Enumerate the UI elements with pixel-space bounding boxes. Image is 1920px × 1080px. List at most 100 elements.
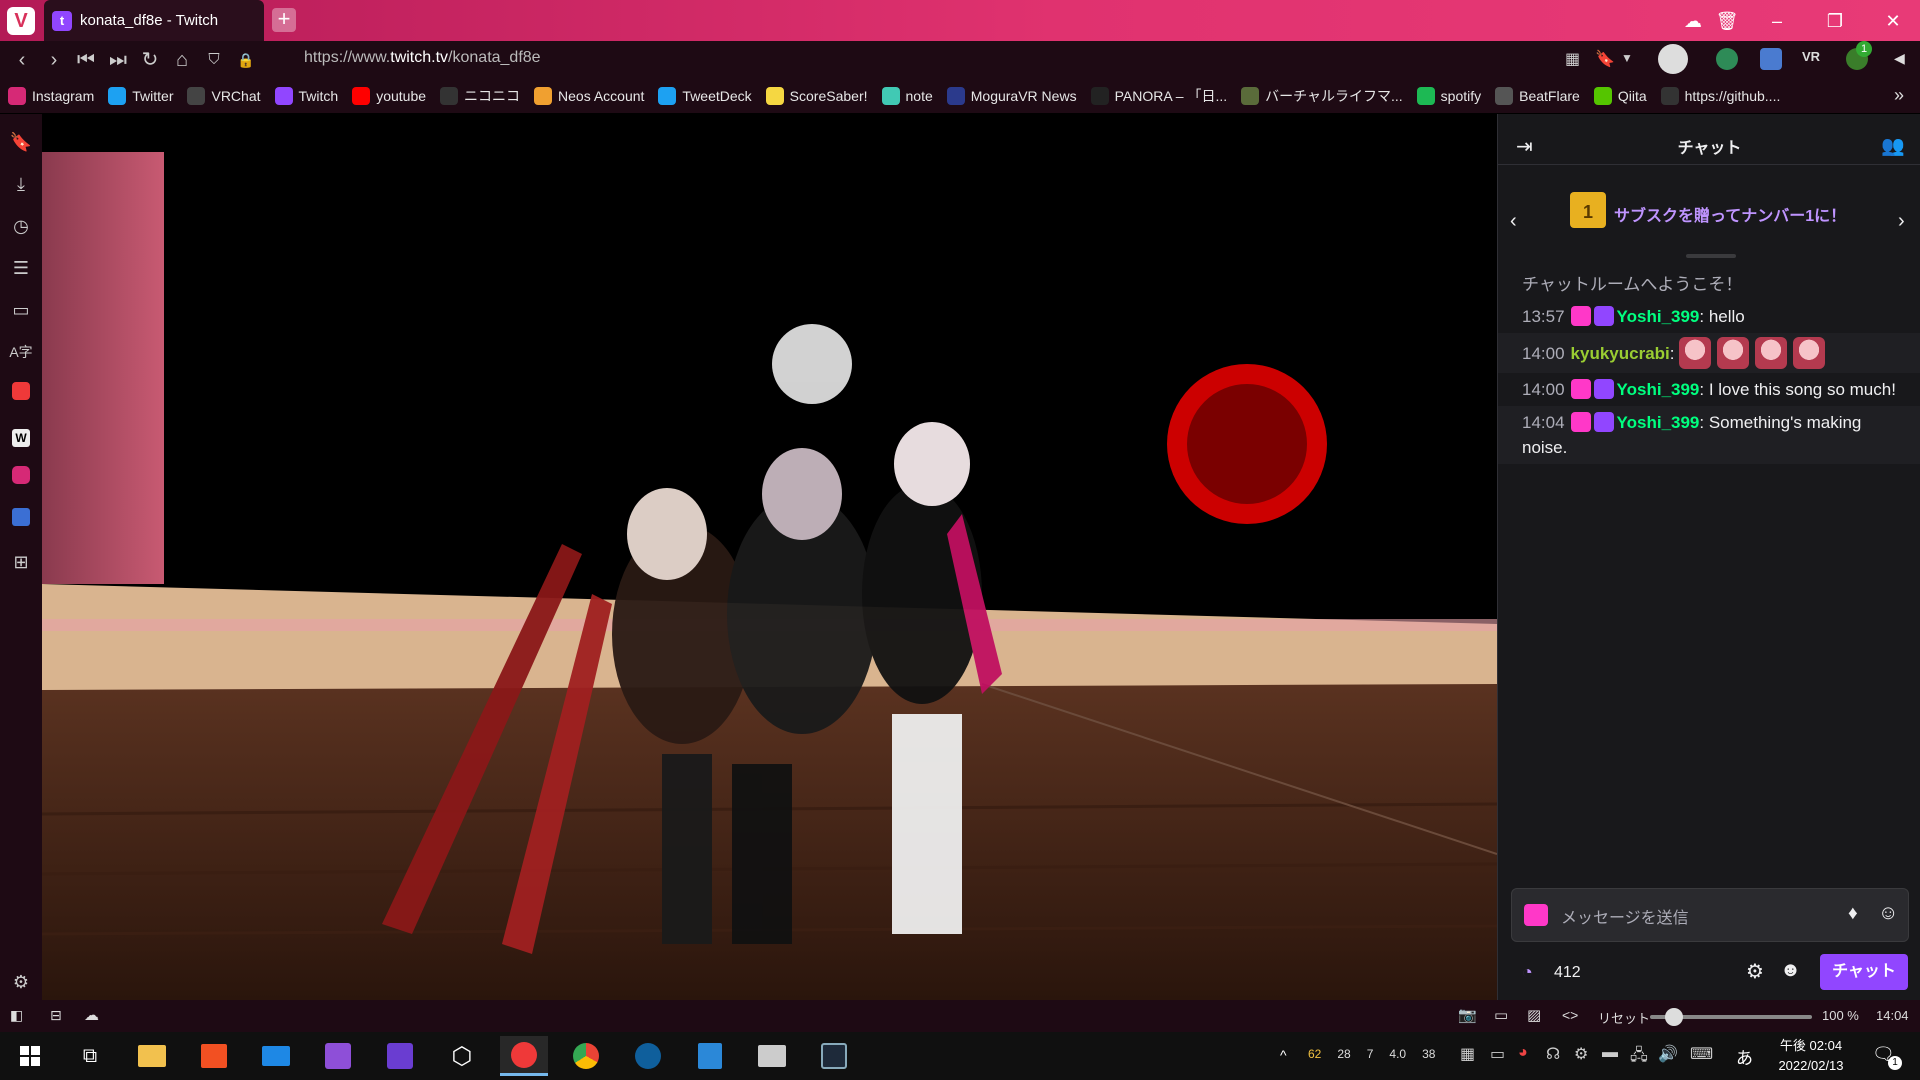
tray-app-icon[interactable]: ▦ xyxy=(1460,1044,1475,1064)
ime-indicator[interactable]: あ xyxy=(1736,1044,1753,1069)
url-field[interactable]: https://www.twitch.tv/konata_df8e xyxy=(304,49,541,67)
visual-studio-icon[interactable] xyxy=(314,1036,362,1076)
message-username[interactable]: Yoshi_399 xyxy=(1617,307,1700,326)
chat-message[interactable]: 14:00 Yoshi_399: I love this song so much… xyxy=(1498,373,1920,406)
search-panel-icon[interactable] xyxy=(12,508,30,526)
star-badge-icon[interactable] xyxy=(1593,379,1614,399)
bookmarks-overflow-icon[interactable]: » xyxy=(1894,85,1904,106)
star-badge-icon[interactable] xyxy=(1593,412,1614,432)
wikipedia-panel-icon[interactable]: W xyxy=(12,429,30,447)
reload-icon[interactable]: ↻ xyxy=(134,44,166,76)
unity-icon[interactable]: ⬡ xyxy=(438,1036,486,1076)
extension-sync-icon[interactable] xyxy=(1716,48,1738,70)
bookmark-item[interactable]: BeatFlare xyxy=(1495,86,1580,105)
emote-picker-icon[interactable]: ☺ xyxy=(1878,902,1898,925)
battery-icon[interactable]: ▬ xyxy=(1602,1044,1618,1062)
images-toggle-icon[interactable]: ▨ xyxy=(1527,1006,1541,1024)
translate-extension-icon[interactable] xyxy=(1760,48,1782,70)
bookmark-item[interactable]: ニコニコ xyxy=(440,86,520,106)
zoom-slider-knob[interactable] xyxy=(1665,1008,1684,1026)
fast-forward-icon[interactable]: ⏭ xyxy=(102,44,134,76)
tab-active[interactable]: t konata_df8e - Twitch xyxy=(44,0,264,41)
channel-points-icon[interactable]: ◔ xyxy=(1522,962,1533,983)
chat-message[interactable]: 13:57 Yoshi_399: hello xyxy=(1498,300,1920,333)
ms-store-icon[interactable] xyxy=(190,1036,238,1076)
edge-icon[interactable] xyxy=(624,1036,672,1076)
instagram-panel-icon[interactable] xyxy=(12,466,30,484)
banner-next-icon[interactable]: › xyxy=(1898,210,1905,233)
discord-icon[interactable]: ☊ xyxy=(1546,1044,1560,1064)
tray-game-icon[interactable]: ◕ xyxy=(1518,1044,1528,1062)
windows-start-icon[interactable] xyxy=(6,1036,54,1076)
forward-icon[interactable]: › xyxy=(38,44,70,76)
profile-avatar[interactable] xyxy=(1658,44,1688,74)
task-view-icon[interactable]: ⧉ xyxy=(66,1036,114,1076)
dropdown-chevron-icon[interactable]: ▼ xyxy=(1621,51,1633,65)
chat-emote[interactable] xyxy=(1793,337,1826,369)
tile-tabs-icon[interactable]: ⊟ xyxy=(50,1007,62,1024)
bookmark-item[interactable]: Twitch xyxy=(274,86,338,105)
bookmark-item[interactable]: MoguraVR News xyxy=(946,86,1077,105)
message-username[interactable]: kyukyucrabi xyxy=(1571,344,1670,363)
visual-studio-preview-icon[interactable] xyxy=(376,1036,424,1076)
app-window-icon[interactable] xyxy=(748,1036,796,1076)
bookmark-icon[interactable]: 🔖 xyxy=(1595,49,1615,69)
file-explorer-icon[interactable] xyxy=(128,1036,176,1076)
minimize-button[interactable]: – xyxy=(1762,6,1792,36)
system-clock[interactable]: 午後 02:04 2022/02/13 xyxy=(1766,1036,1856,1076)
tray-monitor-icon[interactable]: ▭ xyxy=(1490,1044,1505,1064)
downloads-panel-icon[interactable]: ⤓ xyxy=(9,172,33,196)
bookmark-item[interactable]: youtube xyxy=(352,86,426,105)
chat-identity-icon[interactable]: ☻ xyxy=(1780,959,1801,982)
vr-extension-icon[interactable]: VR xyxy=(1802,49,1820,64)
settings-gear-icon[interactable]: ⚙ xyxy=(9,970,33,994)
chat-emote[interactable] xyxy=(1717,337,1750,369)
app-dark-icon[interactable] xyxy=(810,1036,858,1076)
bookmark-item[interactable]: VRChat xyxy=(187,86,261,105)
notes-panel-icon[interactable]: ☰ xyxy=(9,256,33,280)
home-icon[interactable]: ⌂ xyxy=(166,44,198,76)
send-chat-button[interactable]: チャット xyxy=(1820,954,1908,990)
volume-icon[interactable]: 🔊 xyxy=(1658,1044,1678,1064)
steam-icon[interactable]: ⚙ xyxy=(1574,1044,1588,1064)
chrome-icon[interactable] xyxy=(562,1036,610,1076)
subscriber-badge-icon[interactable] xyxy=(1570,379,1591,399)
add-panel-icon[interactable]: ⊞ xyxy=(9,550,33,574)
zoom-reset-button[interactable]: リセット xyxy=(1598,1008,1650,1027)
bookmark-item[interactable]: バーチャルライフマ... xyxy=(1241,86,1403,106)
history-panel-icon[interactable]: ◷ xyxy=(9,214,33,238)
trash-icon[interactable]: 🗑 xyxy=(1712,6,1742,36)
tiling-icon[interactable]: ▭ xyxy=(1494,1006,1508,1024)
vivaldi-webpanel-icon[interactable] xyxy=(12,382,30,400)
rewind-icon[interactable]: ⏮ xyxy=(70,44,102,76)
chat-message[interactable]: 14:00 kyukyucrabi: xyxy=(1498,333,1920,373)
sub-badge-icon[interactable] xyxy=(1524,904,1548,926)
bookmark-item[interactable]: Instagram xyxy=(8,86,94,105)
close-button[interactable]: ✕ xyxy=(1878,6,1908,36)
keyboard-icon[interactable]: ⌨ xyxy=(1690,1044,1713,1064)
qr-code-icon[interactable]: ▦ xyxy=(1565,49,1580,69)
sync-cloud-icon[interactable]: ☁ xyxy=(1678,6,1708,36)
restore-button[interactable]: ❐ xyxy=(1820,6,1850,36)
vivaldi-menu-button[interactable]: V xyxy=(7,7,35,35)
bookmark-item[interactable]: Neos Account xyxy=(534,86,644,105)
bookmarks-panel-icon[interactable]: 🔖 xyxy=(9,130,33,154)
bookmark-item[interactable]: ScoreSaber! xyxy=(765,86,868,105)
stream-video-player[interactable] xyxy=(42,114,1497,1000)
chat-emote[interactable] xyxy=(1679,337,1712,369)
bookmark-item[interactable]: Twitter xyxy=(108,86,173,105)
network-icon[interactable]: 🖧 xyxy=(1630,1044,1648,1071)
bookmark-item[interactable]: TweetDeck xyxy=(658,86,752,105)
panel-toggle-status-icon[interactable]: ◧ xyxy=(10,1007,23,1024)
star-badge-icon[interactable] xyxy=(1593,306,1614,326)
banner-prev-icon[interactable]: ‹ xyxy=(1510,210,1517,233)
sync-status-icon[interactable]: ☁ xyxy=(84,1006,99,1024)
chat-input[interactable]: メッセージを送信 ♦ ☺ xyxy=(1511,888,1909,942)
app-plus-icon[interactable] xyxy=(686,1036,734,1076)
translate-panel-icon[interactable]: A字 xyxy=(9,340,33,364)
chat-message[interactable]: 14:04 Yoshi_399: Something's making noise… xyxy=(1498,406,1920,464)
subscriber-badge-icon[interactable] xyxy=(1570,306,1591,326)
window-panel-icon[interactable]: ▭ xyxy=(9,298,33,322)
message-username[interactable]: Yoshi_399 xyxy=(1617,380,1700,399)
chat-emote[interactable] xyxy=(1755,337,1788,369)
